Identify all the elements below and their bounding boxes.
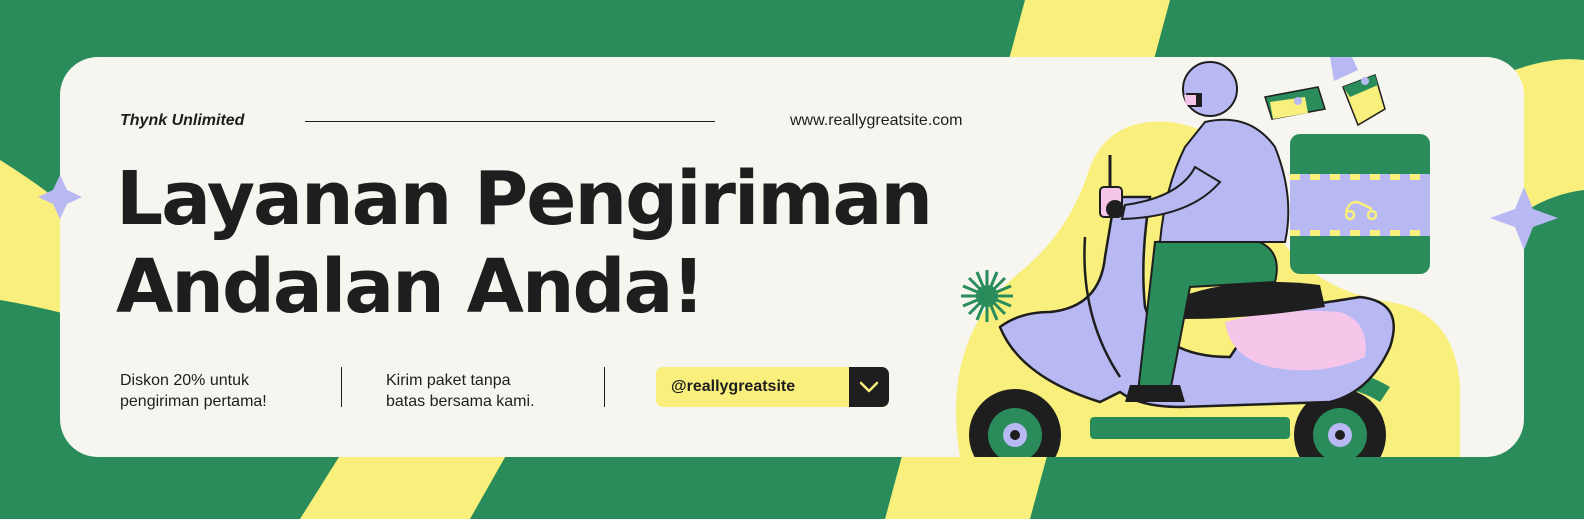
sparkle-layer [38, 175, 1558, 250]
sparkle-star-icon-left [38, 175, 82, 219]
sparkle-star-icon-right [1490, 187, 1558, 250]
banner: Thynk Unlimited www.reallygreatsite.com … [0, 0, 1584, 519]
